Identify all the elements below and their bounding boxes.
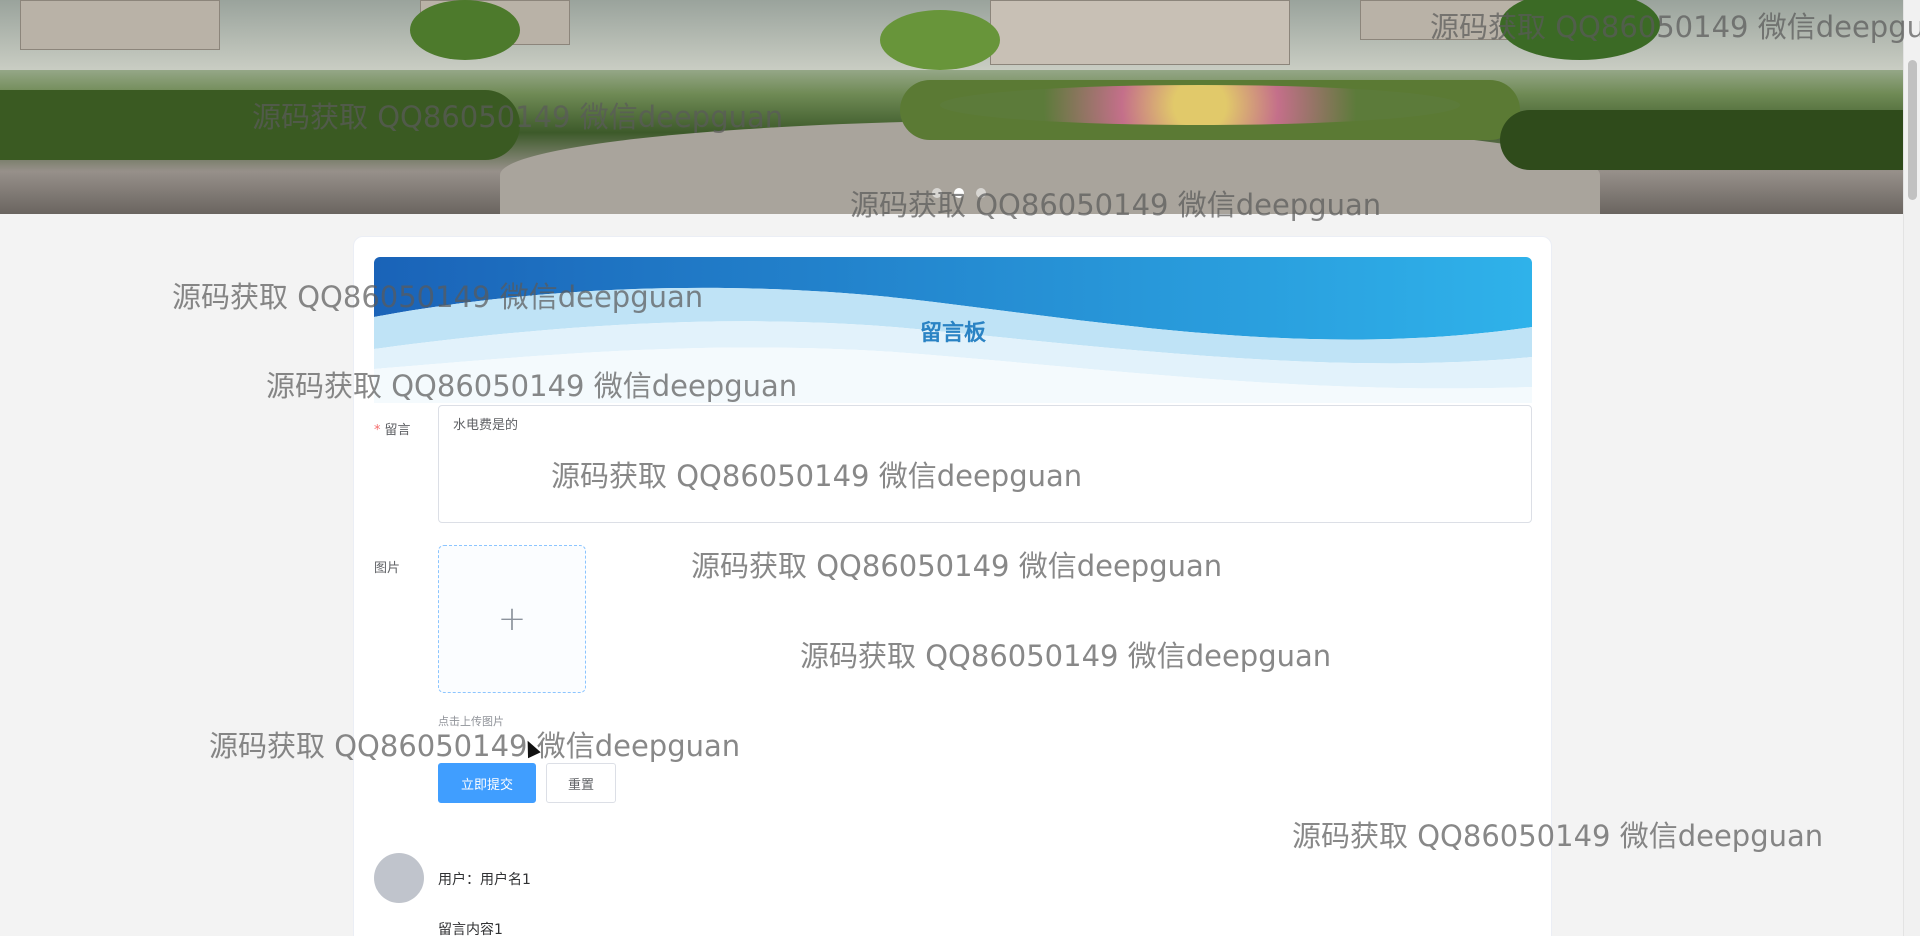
image-label: 图片 [374,561,401,576]
message-label: * 留言 [374,419,411,438]
comment-user: 用户：用户名1 [438,872,531,888]
carousel-indicators [932,188,986,198]
banner-building [990,0,1290,65]
plus-icon: + [497,599,527,639]
avatar [374,853,424,903]
carousel-dot[interactable] [932,188,942,198]
page-scrollbar[interactable] [1903,0,1920,936]
banner-building [20,0,220,50]
banner-tree [410,0,520,60]
scrollbar-thumb[interactable] [1908,60,1917,200]
image-upload-box[interactable]: + [438,545,586,693]
board-title: 留言板 [919,321,986,346]
comment-content: 留言内容1 [438,922,503,936]
board-header-banner: 留言板 [374,257,1532,403]
message-board-card: 留言板 * 留言 水电费是的 图片 + 点击上传图片 立即提交 重置 用户：用户名… [353,236,1552,936]
banner-carousel[interactable] [0,0,1903,214]
carousel-dot[interactable] [976,188,986,198]
submit-button[interactable]: 立即提交 [438,763,536,803]
carousel-dot-active[interactable] [954,188,964,198]
banner-flowerbed [940,85,1460,125]
message-label-text: 留言 [384,423,411,438]
upload-tip: 点击上传图片 [438,715,504,728]
reset-button[interactable]: 重置 [546,763,616,803]
banner-tree [880,10,1000,70]
banner-hedge [0,90,520,160]
message-textarea[interactable]: 水电费是的 [438,405,1532,523]
required-asterisk: * [374,423,381,438]
banner-hedge [1500,110,1903,170]
